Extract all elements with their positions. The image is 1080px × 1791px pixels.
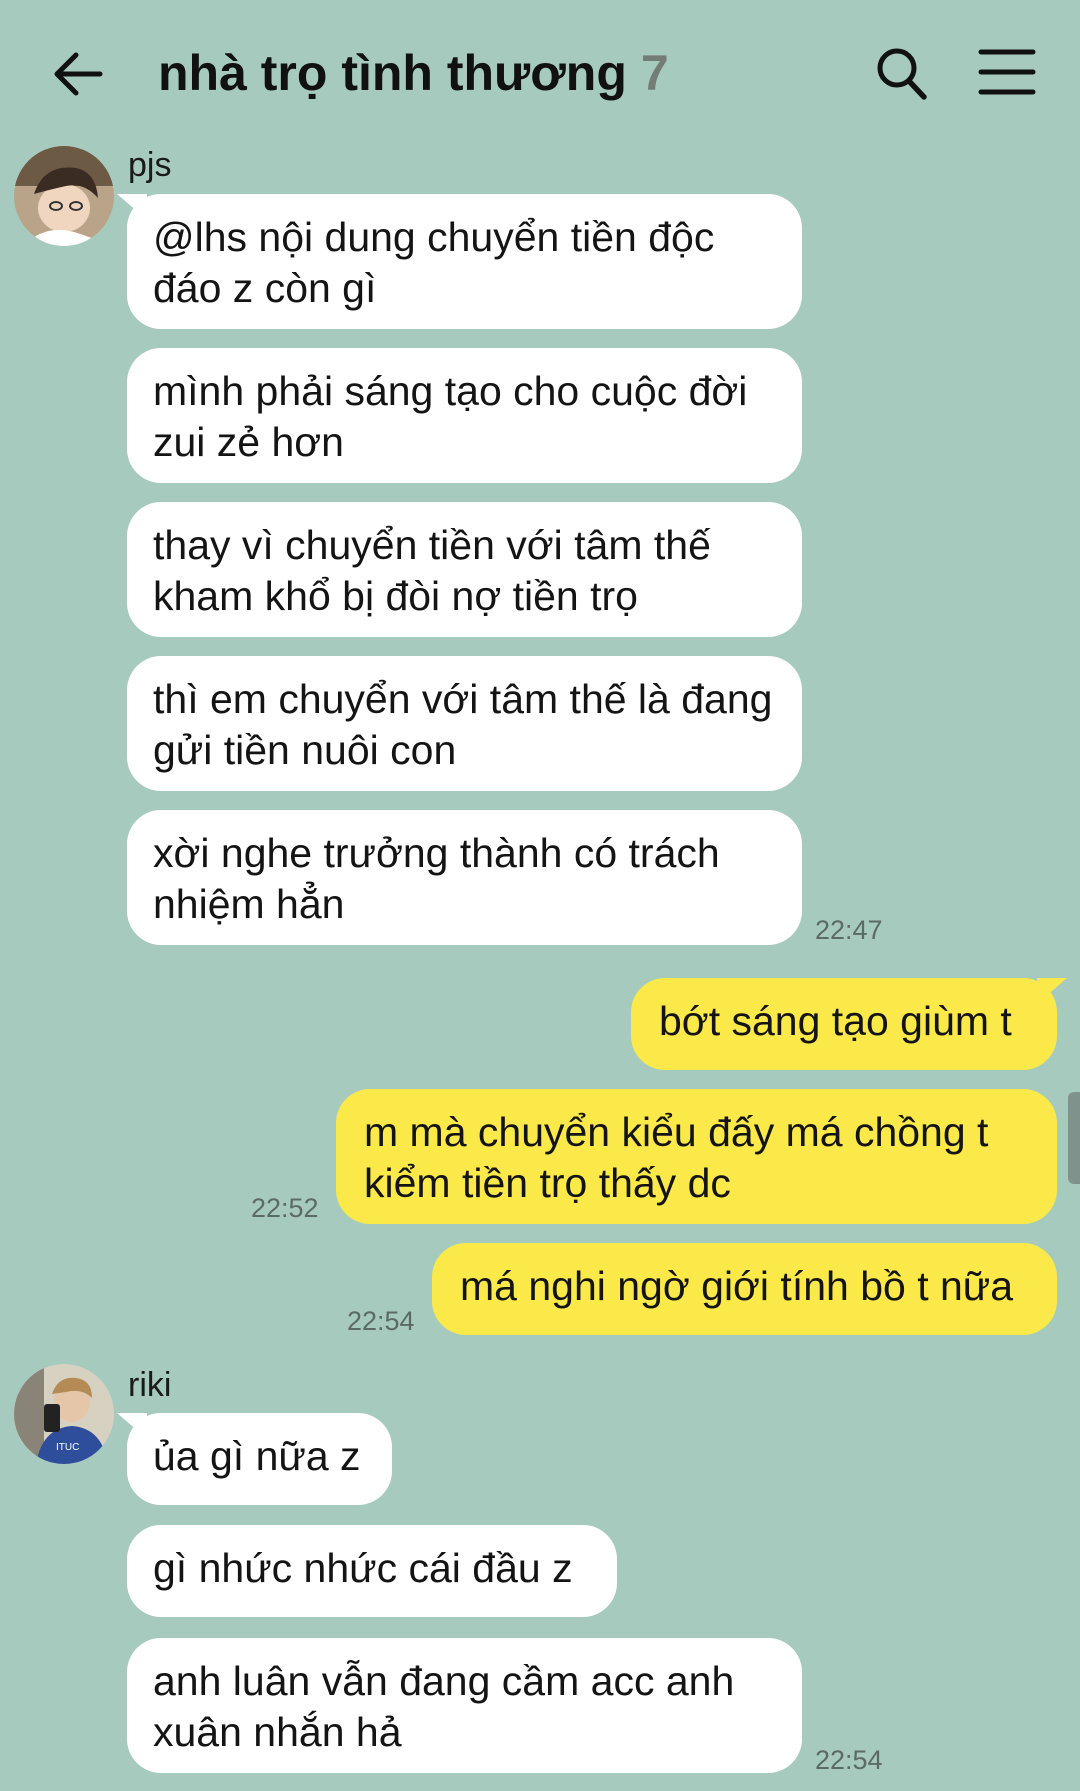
sender-name: pjs: [128, 146, 172, 184]
message-timestamp: 22:47: [815, 915, 883, 945]
svg-text:ITUC: ITUC: [56, 1442, 79, 1453]
message-text: mình phải sáng tạo cho cuộc đời zui zẻ h…: [153, 368, 748, 465]
message-bubble[interactable]: xời nghe trưởng thành có trách nhiệm hẳn: [127, 810, 802, 945]
avatar-riki[interactable]: ITUC: [14, 1364, 114, 1464]
message-bubble[interactable]: @lhs nội dung chuyển tiền độc đáo z còn …: [127, 194, 802, 329]
message-text: xời nghe trưởng thành có trách nhiệm hẳn: [153, 830, 720, 927]
message-bubble[interactable]: ủa gì nữa z: [127, 1413, 392, 1505]
chat-title[interactable]: nhà trọ tình thương 7: [158, 44, 669, 102]
message-text: gì nhức nhức cái đầu z: [153, 1545, 573, 1591]
group-name: nhà trọ tình thương: [158, 45, 627, 101]
message-text: thay vì chuyển tiền với tâm thế kham khổ…: [153, 522, 711, 619]
member-count: 7: [640, 45, 669, 101]
message-timestamp: 22:54: [347, 1306, 415, 1336]
message-bubble[interactable]: anh luân vẫn đang cầm acc anh xuân nhắn …: [127, 1638, 802, 1773]
message-text: má nghi ngờ giới tính bồ t nữa: [460, 1263, 1014, 1309]
message-text: m mà chuyển kiểu đấy má chồng t kiểm tiề…: [364, 1109, 989, 1206]
hamburger-menu-icon[interactable]: [978, 46, 1036, 98]
message-text: thì em chuyển với tâm thế là đang gửi ti…: [153, 676, 773, 773]
avatar-image: [14, 146, 114, 246]
arrow-left-icon[interactable]: [48, 44, 108, 104]
search-icon[interactable]: [874, 44, 930, 104]
avatar-image: ITUC: [14, 1364, 114, 1464]
message-text: anh luân vẫn đang cầm acc anh xuân nhắn …: [153, 1658, 735, 1755]
message-text: bớt sáng tạo giùm t: [659, 998, 1012, 1044]
message-bubble[interactable]: gì nhức nhức cái đầu z: [127, 1525, 617, 1617]
scrollbar[interactable]: [1068, 1092, 1080, 1184]
message-timestamp: 22:54: [815, 1745, 883, 1775]
avatar-pjs[interactable]: [14, 146, 114, 246]
message-bubble[interactable]: thay vì chuyển tiền với tâm thế kham khổ…: [127, 502, 802, 637]
message-bubble[interactable]: mình phải sáng tạo cho cuộc đời zui zẻ h…: [127, 348, 802, 483]
message-timestamp: 22:52: [251, 1193, 319, 1223]
message-text: @lhs nội dung chuyển tiền độc đáo z còn …: [153, 214, 715, 311]
my-message-bubble[interactable]: má nghi ngờ giới tính bồ t nữa: [432, 1243, 1057, 1335]
message-text: ủa gì nữa z: [153, 1433, 361, 1479]
message-bubble[interactable]: thì em chuyển với tâm thế là đang gửi ti…: [127, 656, 802, 791]
my-message-bubble[interactable]: m mà chuyển kiểu đấy má chồng t kiểm tiề…: [336, 1089, 1057, 1224]
my-message-bubble[interactable]: bớt sáng tạo giùm t: [631, 978, 1057, 1070]
chat-header: nhà trọ tình thương 7: [0, 0, 1080, 140]
sender-name: riki: [128, 1366, 172, 1404]
